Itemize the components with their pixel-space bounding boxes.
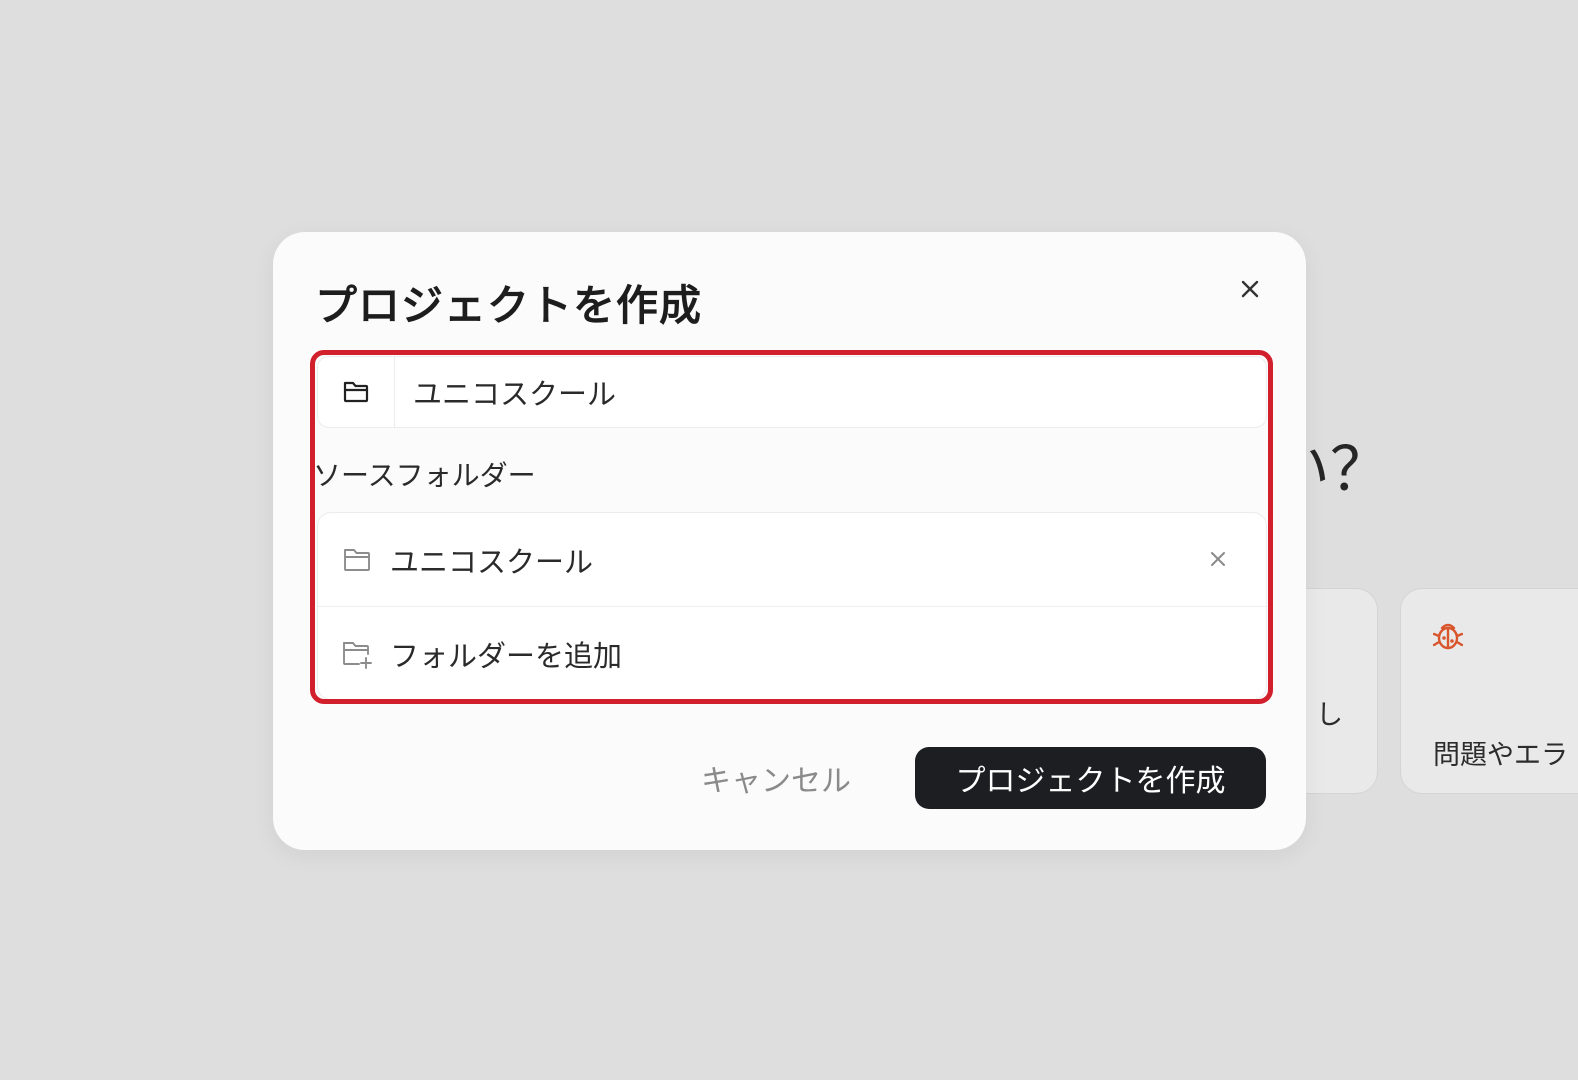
background-card-text-bug: 問題やエラ — [1433, 740, 1568, 771]
folder-icon — [340, 545, 374, 575]
background-card-text: し — [1316, 700, 1343, 731]
folder-icon — [342, 379, 370, 405]
dialog-title: プロジェクトを作成 — [315, 281, 703, 330]
create-project-button[interactable]: プロジェクトを作成 — [915, 747, 1266, 809]
close-icon — [1235, 274, 1265, 304]
remove-folder-button[interactable] — [1206, 547, 1230, 571]
source-folder-item: ユニコスクール — [318, 513, 1266, 607]
cancel-button[interactable]: キャンセル — [681, 748, 871, 808]
source-folder-name: ユニコスクール — [390, 544, 594, 579]
add-folder-label: フォルダーを追加 — [390, 639, 623, 673]
source-folders-label: ソースフォルダー — [313, 459, 536, 492]
close-icon — [1206, 547, 1230, 571]
folder-add-icon — [340, 639, 374, 669]
project-name-input[interactable] — [395, 357, 1266, 427]
add-folder-button[interactable]: フォルダーを追加 — [318, 607, 1266, 699]
page: い？ し 問題やエラ プロジェクトを作成 ユニコスクール ソースフォルダー ユニ… — [0, 0, 1578, 1080]
project-name-prefix — [318, 357, 395, 427]
bug-icon — [1433, 619, 1463, 651]
project-name-field — [317, 356, 1267, 428]
background-suggestion-card-bug[interactable]: 問題やエラ — [1400, 588, 1578, 794]
source-folder-list: ユニコスクール フォルダーを追加 — [317, 512, 1267, 700]
close-dialog-button[interactable] — [1235, 274, 1265, 304]
create-project-dialog: プロジェクトを作成 ソースフォルダー — [273, 232, 1306, 850]
